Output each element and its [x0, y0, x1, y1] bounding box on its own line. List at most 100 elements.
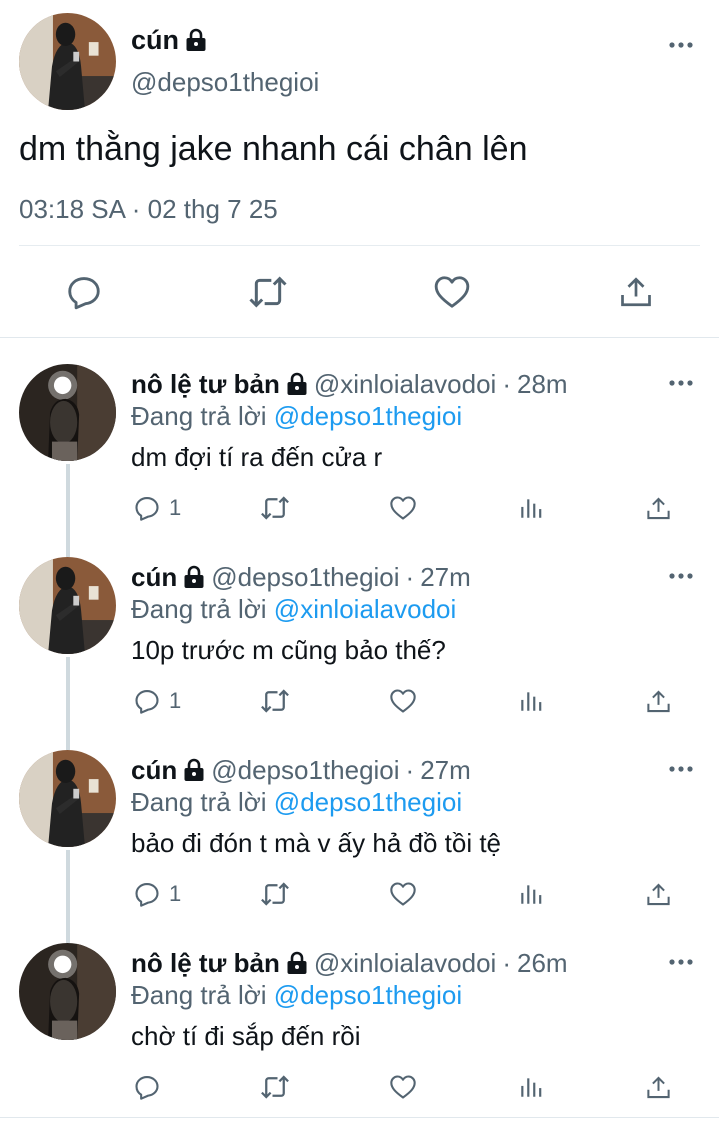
reply-header: cún @depso1thegioi · 27m [131, 561, 471, 593]
like-button[interactable] [389, 488, 417, 528]
analytics-button[interactable] [518, 488, 544, 528]
replying-label: Đang trả lời [131, 787, 267, 817]
share-button[interactable] [645, 488, 672, 528]
display-name-text: cún [131, 25, 180, 55]
lock-icon [183, 565, 205, 589]
retweet-button[interactable] [260, 488, 290, 528]
reply-tweet[interactable]: cún @depso1thegioi · 27m Đang trả lời @d… [0, 750, 719, 943]
separator: · [405, 755, 415, 785]
reply-tweet[interactable]: cún @depso1thegioi · 27m Đang trả lời @x… [0, 557, 719, 750]
reply-count: 1 [169, 881, 182, 906]
more-icon[interactable] [668, 764, 694, 774]
user-handle[interactable]: @depso1thegioi [211, 754, 399, 786]
reply-actions: 1 [0, 488, 719, 528]
reply-button[interactable]: 1 [133, 681, 181, 721]
retweet-icon [260, 1072, 290, 1102]
reply-count: 1 [169, 688, 182, 713]
share-button[interactable] [645, 1067, 672, 1107]
replying-label: Đang trả lời [131, 401, 267, 431]
avatar[interactable] [19, 557, 116, 654]
avatar-image [19, 557, 116, 654]
reply-button[interactable] [133, 1067, 161, 1107]
avatar[interactable] [19, 750, 116, 847]
share-button[interactable] [610, 266, 662, 318]
analytics-icon [518, 688, 544, 714]
more-icon[interactable] [668, 40, 694, 50]
avatar[interactable] [19, 943, 116, 1040]
reply-icon [133, 1073, 161, 1101]
replying-to: Đang trả lời @xinloialavodoi [131, 593, 456, 625]
display-name[interactable]: nô lệ tư bản [131, 947, 280, 979]
heart-icon [389, 1073, 417, 1101]
reply-button[interactable]: 1 [133, 488, 181, 528]
mention-link[interactable]: @depso1thegioi [274, 980, 462, 1010]
display-name[interactable]: cún [131, 24, 207, 56]
retweet-button[interactable] [260, 1067, 290, 1107]
share-button[interactable] [645, 874, 672, 914]
analytics-button[interactable] [518, 681, 544, 721]
more-icon[interactable] [668, 571, 694, 581]
mention-link[interactable]: @xinloialavodoi [274, 594, 457, 624]
retweet-button[interactable] [260, 681, 290, 721]
analytics-icon [518, 1074, 544, 1100]
user-handle[interactable]: @xinloialavodoi [314, 368, 497, 400]
share-icon [618, 274, 654, 310]
share-icon [645, 881, 672, 908]
reply-time[interactable]: 28m [517, 368, 568, 400]
tweet-text: dm thằng jake nhanh cái chân lên [19, 130, 528, 168]
mention-link[interactable]: @depso1thegioi [274, 401, 462, 431]
avatar-image [19, 13, 116, 110]
analytics-button[interactable] [518, 1067, 544, 1107]
avatar[interactable] [19, 13, 116, 110]
display-name[interactable]: cún [131, 561, 177, 593]
like-button[interactable] [389, 1067, 417, 1107]
divider [19, 245, 700, 246]
replying-to: Đang trả lời @depso1thegioi [131, 400, 462, 432]
retweet-icon [260, 493, 290, 523]
reply-actions [0, 1067, 719, 1107]
reply-actions: 1 [0, 681, 719, 721]
retweet-icon [260, 879, 290, 909]
replying-to: Đang trả lời @depso1thegioi [131, 979, 462, 1011]
heart-icon [433, 273, 471, 311]
lock-icon [185, 28, 207, 52]
reply-header: cún @depso1thegioi · 27m [131, 754, 471, 786]
retweet-button[interactable] [242, 266, 294, 318]
reply-button[interactable] [58, 266, 110, 318]
reply-time[interactable]: 26m [517, 947, 568, 979]
more-icon[interactable] [668, 957, 694, 967]
lock-icon [286, 951, 308, 975]
reply-icon [133, 880, 161, 908]
share-button[interactable] [645, 681, 672, 721]
retweet-button[interactable] [260, 874, 290, 914]
avatar-image [19, 364, 116, 461]
lock-icon [183, 758, 205, 782]
replying-label: Đang trả lời [131, 980, 267, 1010]
reply-icon [65, 273, 103, 311]
user-handle[interactable]: @depso1thegioi [211, 561, 399, 593]
more-icon[interactable] [668, 378, 694, 388]
reply-header: nô lệ tư bản @xinloialavodoi · 28m [131, 368, 568, 400]
section-divider [0, 337, 719, 338]
like-button[interactable] [426, 266, 478, 318]
avatar[interactable] [19, 364, 116, 461]
user-handle[interactable]: @depso1thegioi [131, 66, 319, 98]
reply-button[interactable]: 1 [133, 874, 181, 914]
mention-link[interactable]: @depso1thegioi [274, 787, 462, 817]
reply-header: nô lệ tư bản @xinloialavodoi · 26m [131, 947, 568, 979]
user-handle[interactable]: @xinloialavodoi [314, 947, 497, 979]
reply-time[interactable]: 27m [420, 754, 471, 786]
reply-icon [133, 494, 161, 522]
display-name[interactable]: nô lệ tư bản [131, 368, 280, 400]
like-button[interactable] [389, 874, 417, 914]
share-icon [645, 1074, 672, 1101]
tweet-timestamp[interactable]: 03:18 SA · 02 thg 7 25 [19, 193, 278, 225]
reply-tweet[interactable]: nô lệ tư bản @xinloialavodoi · 28m Đang … [0, 364, 719, 557]
like-button[interactable] [389, 681, 417, 721]
reply-text: bảo đi đón t mà v ấy hả đồ tồi tệ [131, 828, 502, 858]
heart-icon [389, 880, 417, 908]
display-name[interactable]: cún [131, 754, 177, 786]
analytics-button[interactable] [518, 874, 544, 914]
reply-time[interactable]: 27m [420, 561, 471, 593]
reply-tweet[interactable]: nô lệ tư bản @xinloialavodoi · 26m Đang … [0, 943, 719, 1123]
